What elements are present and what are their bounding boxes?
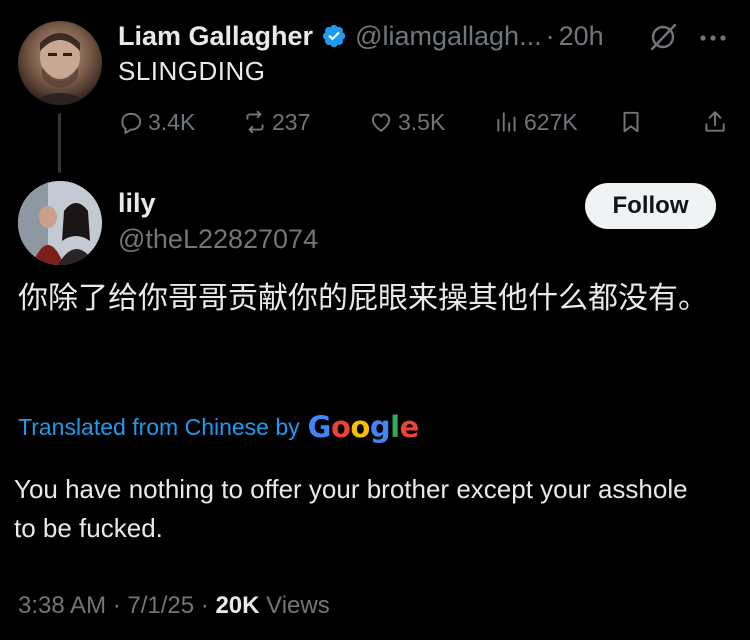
display-name[interactable]: lily [118,188,156,219]
translated-text: You have nothing to offer your brother e… [14,474,688,543]
google-letter: G [307,410,332,444]
like-count: 3.5K [398,108,446,135]
share-button[interactable] [702,104,732,140]
tweet-thread: Liam Gallagher @liamgallagh... · 20h SLI… [0,0,750,640]
avatar[interactable] [18,21,102,105]
bookmark-button[interactable] [618,104,648,140]
reply-count: 3.4K [148,108,196,135]
tweet-meta: 3:38 AM · 7/1/25 · 20K Views [18,592,330,620]
more-icon[interactable] [696,24,730,52]
timestamp[interactable]: 20h [559,21,604,52]
google-letter: l [390,410,400,444]
repost-button[interactable]: 237 [242,104,310,140]
separator-dot: · [545,20,555,51]
views-icon [497,112,516,132]
reply-icon [121,112,142,135]
google-letter: o [350,410,370,444]
google-letter: g [369,410,391,444]
google-letter: e [399,410,420,444]
thread-line [58,113,61,173]
display-name[interactable]: Liam Gallagher [118,21,313,52]
views-count: 627K [524,108,578,135]
reply-button[interactable]: 3.4K [118,104,195,140]
google-letter: o [330,410,351,444]
translation-attribution: Translated from Chinese by Google [18,410,419,444]
google-logo: Google [307,410,420,444]
verified-icon [321,23,347,49]
parent-header: Liam Gallagher @liamgallagh... · 20h [118,18,604,54]
handle[interactable]: @liamgallagh... [355,21,542,52]
handle[interactable]: @theL22827074 [118,224,318,255]
translated-label[interactable]: Translated from Chinese by [18,414,300,441]
post-timestamp[interactable]: 3:38 AM · 7/1/25 · [18,592,215,619]
like-button[interactable]: 3.5K [368,104,445,140]
share-icon [705,111,725,132]
grok-icon[interactable] [648,22,678,52]
bookmark-icon [623,111,639,133]
avatar[interactable] [18,181,102,265]
repost-icon [246,110,264,134]
views-button[interactable]: 627K [494,104,578,140]
like-icon [371,113,391,132]
tweet-text: SLINGDING [118,56,266,86]
views-count: 20K [215,592,260,619]
action-bar: 3.4K 237 3.5K 627K [118,104,730,140]
repost-count: 237 [272,108,311,135]
follow-button[interactable]: Follow [585,183,716,229]
views-label: Views [259,592,330,619]
tweet-text: 你除了给你哥哥贡献你的屁眼来操其他什么都没有。 [18,281,708,316]
